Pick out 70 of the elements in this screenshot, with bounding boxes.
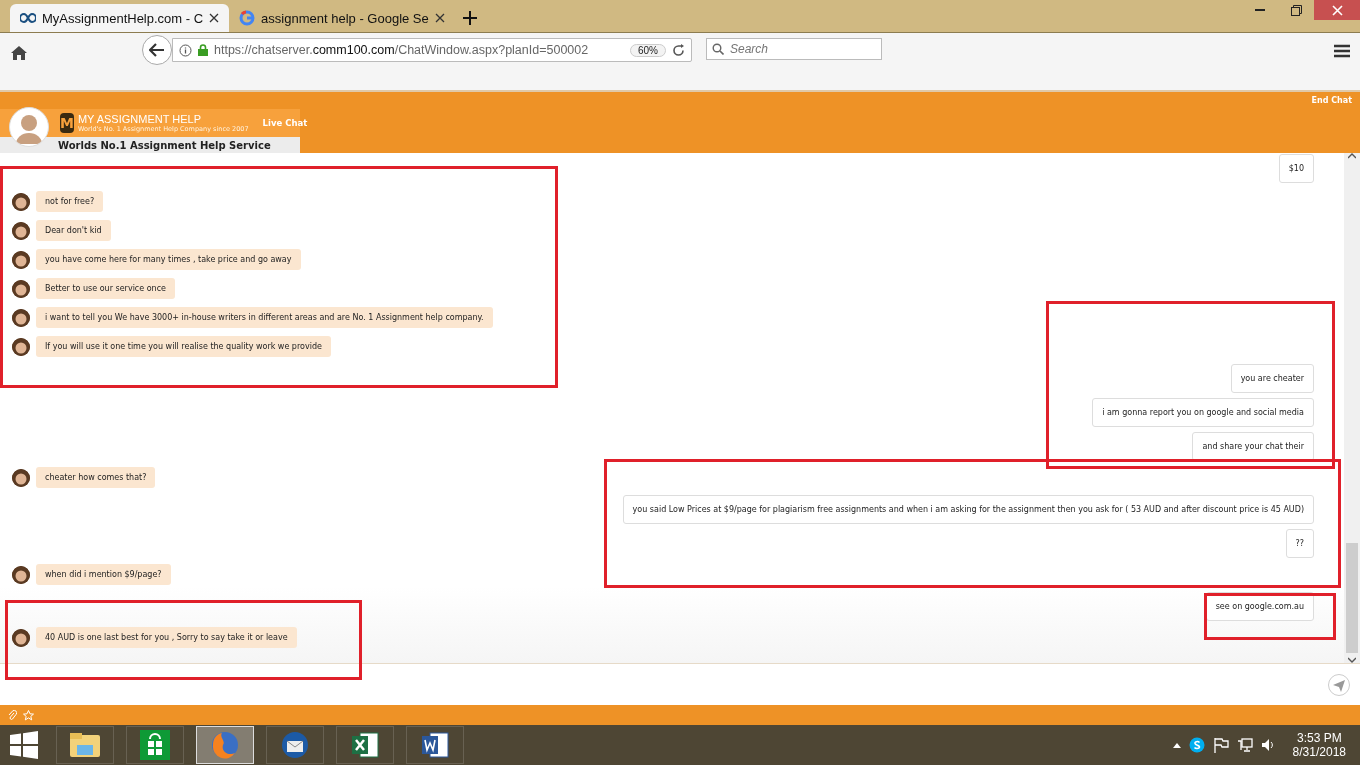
bird-envelope-icon bbox=[280, 730, 310, 760]
message-bubble: i want to tell you We have 3000+ in-house writers in different areas and are No. 1 Assignment help company. bbox=[36, 307, 493, 328]
message-bubble: 40 AUD is one last best for you , Sorry to say take it or leave bbox=[36, 627, 297, 648]
agent-avatar-icon bbox=[9, 107, 49, 147]
message-bubble: cheater how comes that? bbox=[36, 467, 156, 488]
plus-icon[interactable] bbox=[462, 11, 477, 25]
url-text: https://chatserver.comm100.com/ChatWindow.aspx?planId=500002 bbox=[214, 43, 590, 57]
message-bubble: If you will use it one time you will realise the quality work we provide bbox=[36, 336, 331, 357]
menu-icon[interactable] bbox=[1334, 44, 1350, 58]
search-input[interactable]: Search bbox=[728, 41, 872, 57]
start-windows-icon[interactable] bbox=[10, 731, 38, 759]
message-bubble: Dear don't kid bbox=[36, 220, 111, 241]
scrollbar-thumb[interactable] bbox=[1346, 543, 1358, 653]
close-icon[interactable] bbox=[209, 13, 220, 23]
store-bag-icon bbox=[140, 730, 170, 760]
clock-time[interactable]: 3:53 PM bbox=[1296, 731, 1342, 745]
star-icon[interactable] bbox=[23, 709, 34, 721]
brand-name: MY ASSIGNMENT HELP bbox=[77, 113, 202, 125]
back-arrow-icon[interactable] bbox=[149, 43, 165, 57]
zoom-level-button[interactable]: 60% bbox=[630, 43, 666, 57]
reload-icon[interactable] bbox=[672, 43, 685, 57]
message-bubble: not for free? bbox=[36, 191, 104, 212]
avatar-icon bbox=[12, 565, 30, 584]
avatar-icon bbox=[12, 279, 30, 298]
avatar-icon bbox=[12, 468, 30, 487]
avatar-icon bbox=[12, 308, 30, 327]
restore-icon[interactable] bbox=[1290, 4, 1302, 16]
address-bar[interactable]: https://chatserver.comm100.com/ChatWindow.aspx?planId=500002 60% bbox=[172, 38, 692, 62]
live-chat-label: Live Chat bbox=[262, 118, 308, 128]
spreadsheet-icon bbox=[350, 730, 380, 760]
close-icon[interactable] bbox=[434, 13, 445, 23]
fox-globe-icon bbox=[210, 730, 240, 760]
search-field[interactable]: Search bbox=[706, 38, 882, 60]
message-bubble: and share your chat their bbox=[1192, 431, 1314, 461]
message-bubble: $10 bbox=[1278, 153, 1314, 183]
back-button[interactable] bbox=[142, 35, 172, 65]
logo-mark: M bbox=[60, 113, 74, 133]
caret-up-icon[interactable] bbox=[1172, 742, 1181, 748]
flag-icon[interactable] bbox=[1212, 737, 1229, 753]
message-bubble: i am gonna report you on google and social media bbox=[1092, 397, 1314, 427]
avatar-icon bbox=[12, 221, 30, 240]
browser-tab[interactable]: assignment help - Google Se bbox=[229, 4, 455, 32]
clock-date[interactable]: 8/31/2018 bbox=[1292, 745, 1346, 759]
browser-tab[interactable]: MyAssignmentHelp.com - C bbox=[10, 4, 230, 32]
scrollbar[interactable] bbox=[1344, 153, 1360, 663]
avatar-icon bbox=[12, 337, 30, 356]
scroll-up-icon[interactable] bbox=[1348, 153, 1356, 159]
home-icon[interactable] bbox=[10, 44, 28, 62]
service-title: Worlds No.1 Assignment Help Service bbox=[0, 137, 300, 153]
folder-icon bbox=[69, 731, 101, 759]
lock-icon bbox=[198, 44, 208, 56]
message-bubble: ?? bbox=[1285, 528, 1314, 558]
message-bubble: Better to use our service once bbox=[36, 278, 175, 299]
infinity-icon bbox=[20, 13, 36, 23]
message-bubble: you said Low Prices at $9/page for plagiarism free assignments and when i am asking for the assignment then you ask for ( 53 AUD and after discount price is 45 AUD) bbox=[622, 494, 1314, 524]
document-icon bbox=[420, 730, 450, 760]
network-icon[interactable] bbox=[1236, 737, 1253, 753]
avatar-icon bbox=[12, 192, 30, 211]
scroll-down-icon[interactable] bbox=[1348, 657, 1356, 663]
search-icon bbox=[712, 43, 724, 55]
message-bubble: you are cheater bbox=[1230, 363, 1314, 393]
info-icon[interactable] bbox=[179, 43, 192, 57]
message-bubble: when did i mention $9/page? bbox=[36, 564, 171, 585]
google-icon bbox=[239, 10, 256, 26]
send-icon[interactable] bbox=[1328, 673, 1350, 696]
avatar-icon bbox=[12, 250, 30, 269]
paperclip-icon[interactable] bbox=[8, 709, 17, 721]
avatar-icon bbox=[12, 628, 30, 647]
skype-icon[interactable] bbox=[1188, 737, 1205, 753]
message-bubble: you have come here for many times , take price and go away bbox=[36, 249, 301, 270]
